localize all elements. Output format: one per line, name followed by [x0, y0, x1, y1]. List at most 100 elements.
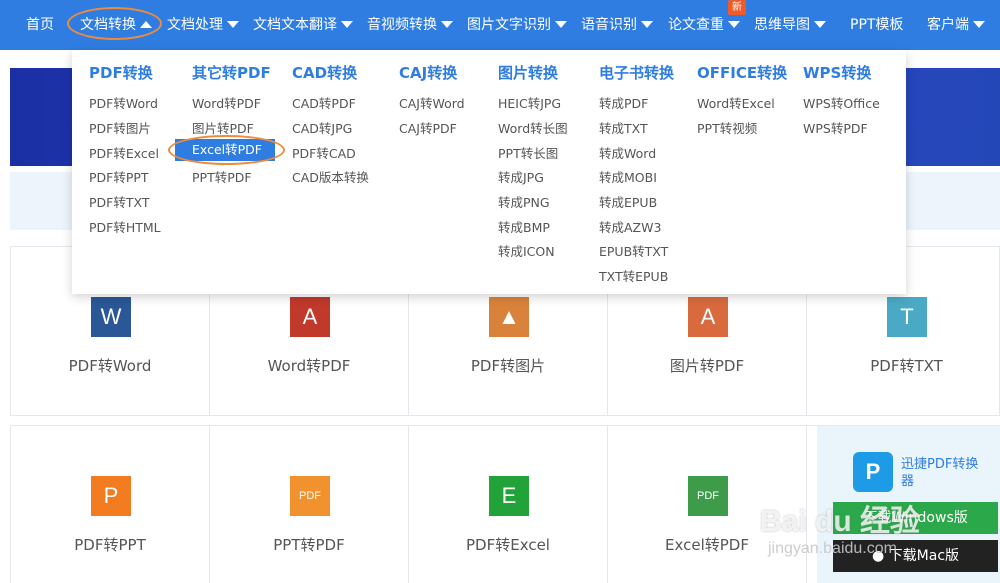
tile-pdf-to-excel[interactable]: E PDF转Excel [409, 426, 608, 583]
menu-link[interactable]: WPS转PDF [803, 118, 868, 137]
chevron-down-icon [814, 20, 826, 28]
nav-speech[interactable]: 语音识别 [581, 0, 653, 50]
nav-doc-translate[interactable]: 文档文本翻译 [253, 0, 353, 50]
col-heading-caj[interactable]: CAJ转换 [399, 62, 457, 83]
tile-label: PDF转图片 [470, 357, 546, 375]
promo-title: 迅捷PDF转换器 [901, 457, 979, 489]
watermark-url: jingyan.baidu.com [768, 540, 897, 557]
menu-link[interactable]: PPT转PDF [192, 167, 252, 186]
menu-link[interactable]: 转成BMP [498, 217, 550, 236]
col-heading-wps[interactable]: WPS转换 [803, 62, 871, 83]
col-heading-cad[interactable]: CAD转换 [292, 62, 357, 83]
top-nav: 首页 文档转换 文档处理 文档文本翻译 音视频转换 图片文字识别 语音识别 论文… [0, 0, 1000, 50]
nav-label: 音视频转换 [367, 17, 437, 33]
chevron-down-icon [227, 20, 239, 28]
menu-link[interactable]: 转成MOBI [599, 167, 657, 186]
menu-link[interactable]: PDF转CAD [292, 143, 356, 162]
image-icon: ▲ [489, 297, 529, 337]
col-heading-image[interactable]: 图片转换 [498, 62, 558, 83]
menu-link[interactable]: 转成AZW3 [599, 217, 661, 236]
nav-mindmap[interactable]: 思维导图 [754, 0, 826, 50]
menu-link[interactable]: 转成EPUB [599, 192, 657, 211]
chevron-down-icon [441, 20, 453, 28]
word-icon: W [91, 297, 131, 337]
menu-link[interactable]: PDF转PPT [89, 167, 149, 186]
page: W PDF转Word A Word转PDF ▲ PDF转图片 A 图片转PDF … [0, 0, 1000, 583]
tile-label: PDF转Word [68, 357, 152, 375]
menu-link[interactable]: EPUB转TXT [599, 241, 668, 260]
nav-label: 文档文本翻译 [253, 17, 337, 33]
menu-link[interactable]: CAD转JPG [292, 118, 352, 137]
menu-link[interactable]: WPS转Office [803, 93, 880, 112]
menu-link[interactable]: TXT转EPUB [599, 266, 668, 285]
nav-label: 图片文字识别 [467, 17, 551, 33]
menu-link[interactable]: PDF转Excel [89, 143, 159, 162]
nav-client[interactable]: 客户端 [927, 0, 985, 50]
app-logo-icon: P [853, 452, 893, 492]
watermark-logo: Bai du 经验 [760, 496, 920, 540]
col-heading-pdf[interactable]: PDF转换 [89, 62, 153, 83]
nav-ocr[interactable]: 图片文字识别 [467, 0, 567, 50]
menu-link[interactable]: 转成JPG [498, 167, 544, 186]
menu-link[interactable]: Word转Excel [697, 93, 775, 112]
nav-doc-process[interactable]: 文档处理 [167, 0, 239, 50]
menu-link[interactable]: CAJ转PDF [399, 118, 457, 137]
chevron-down-icon [728, 20, 740, 28]
watermark-text: Bai du 经验 [760, 505, 921, 538]
menu-link[interactable]: 转成PDF [599, 93, 648, 112]
menu-link[interactable]: Word转PDF [192, 93, 261, 112]
menu-link[interactable]: 转成Word [599, 143, 656, 162]
menu-link[interactable]: Word转长图 [498, 118, 568, 137]
excel-icon: E [489, 476, 529, 516]
doc-convert-dropdown: PDF转换 PDF转Word PDF转图片 PDF转Excel PDF转PPT … [72, 50, 906, 294]
nav-label: 文档处理 [167, 17, 223, 33]
tile-label: Word转PDF [267, 357, 351, 375]
nav-label: PPT模板 [850, 17, 904, 33]
col-heading-office[interactable]: OFFICE转换 [697, 62, 787, 83]
pdf-icon: A [688, 297, 728, 337]
menu-link[interactable]: HEIC转JPG [498, 93, 561, 112]
menu-link[interactable]: CAJ转Word [399, 93, 465, 112]
pdf-icon: PDF [688, 476, 728, 516]
nav-label: 客户端 [927, 17, 969, 33]
pdf-icon: PDF [290, 476, 330, 516]
ppt-icon: P [91, 476, 131, 516]
tile-label: 图片转PDF [669, 357, 745, 375]
nav-label: 思维导图 [754, 17, 810, 33]
menu-link[interactable]: PDF转HTML [89, 217, 161, 236]
nav-av-convert[interactable]: 音视频转换 [367, 0, 453, 50]
menu-link[interactable]: CAD版本转换 [292, 167, 369, 186]
menu-link[interactable]: PDF转Word [89, 93, 158, 112]
tile-pdf-to-ppt[interactable]: P PDF转PPT [11, 426, 210, 583]
col-heading-to-pdf[interactable]: 其它转PDF [192, 62, 271, 83]
menu-link[interactable]: PPT转视频 [697, 118, 757, 137]
tile-label: PPT转PDF [273, 536, 345, 554]
chevron-down-icon [341, 20, 353, 28]
col-heading-ebook[interactable]: 电子书转换 [599, 62, 674, 83]
menu-link[interactable]: PDF转图片 [89, 118, 151, 137]
menu-link[interactable]: 转成PNG [498, 192, 550, 211]
tile-label: PDF转PPT [74, 536, 146, 554]
highlight-oval [67, 7, 162, 40]
nav-home[interactable]: 首页 [26, 0, 54, 50]
nav-label: 语音识别 [581, 17, 637, 33]
menu-link[interactable]: CAD转PDF [292, 93, 356, 112]
chevron-down-icon [555, 20, 567, 28]
menu-link[interactable]: PPT转长图 [498, 143, 558, 162]
chevron-down-icon [641, 20, 653, 28]
nav-ppt-template[interactable]: PPT模板 [850, 0, 903, 50]
tile-ppt-to-pdf[interactable]: PDF PPT转PDF [210, 426, 409, 583]
new-badge: 新 [728, 0, 746, 15]
nav-label: 论文查重 [668, 17, 724, 33]
nav-label: 首页 [26, 17, 54, 33]
menu-link[interactable]: PDF转TXT [89, 192, 149, 211]
download-mac-label: 下载Mac版 [888, 548, 960, 564]
menu-link[interactable]: 转成ICON [498, 241, 555, 260]
tile-label: PDF转TXT [870, 357, 943, 375]
highlight-oval [168, 135, 285, 165]
tile-label: PDF转Excel [466, 536, 550, 554]
chevron-down-icon [973, 20, 985, 28]
pdf-icon: A [290, 297, 330, 337]
menu-link[interactable]: 转成TXT [599, 118, 648, 137]
txt-icon: T [887, 297, 927, 337]
